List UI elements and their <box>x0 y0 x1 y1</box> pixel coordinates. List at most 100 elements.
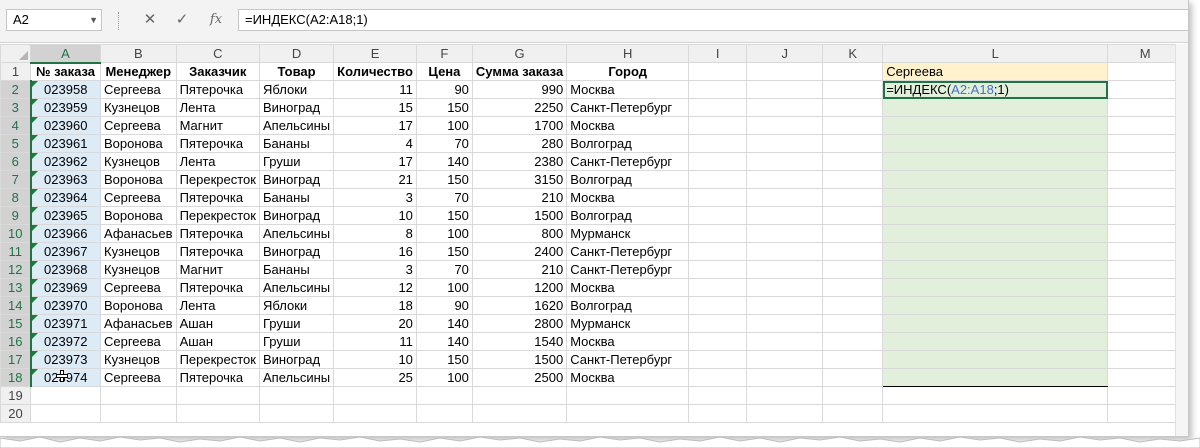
empty-cell[interactable] <box>688 278 748 297</box>
result-cell[interactable] <box>882 224 1109 243</box>
empty-cell[interactable] <box>1107 260 1184 279</box>
data-cell[interactable]: 3 <box>333 260 417 279</box>
data-cell[interactable]: Воронова <box>100 206 177 225</box>
empty-cell[interactable] <box>746 260 824 279</box>
empty-cell[interactable] <box>822 134 884 153</box>
data-cell[interactable]: 70 <box>415 260 473 279</box>
empty-cell[interactable] <box>688 350 748 369</box>
data-cell[interactable]: 18 <box>333 296 417 315</box>
order-id-cell[interactable]: 023969 <box>30 278 101 297</box>
data-cell[interactable]: 100 <box>415 116 473 135</box>
result-cell[interactable] <box>882 116 1109 135</box>
result-cell[interactable] <box>882 296 1109 315</box>
empty-cell[interactable] <box>1107 386 1184 405</box>
empty-cell[interactable] <box>822 224 884 243</box>
data-cell[interactable]: Перекресток <box>175 170 260 189</box>
empty-cell[interactable] <box>688 98 748 117</box>
data-cell[interactable]: Сергеева <box>100 188 177 207</box>
empty-cell[interactable] <box>822 260 884 279</box>
empty-cell[interactable] <box>746 332 824 351</box>
empty-cell[interactable] <box>258 386 335 405</box>
empty-cell[interactable] <box>822 296 884 315</box>
column-header-b[interactable]: B <box>100 44 177 63</box>
column-header-f[interactable]: F <box>415 44 473 63</box>
data-cell[interactable]: Ашан <box>175 314 260 333</box>
empty-cell[interactable] <box>1107 350 1184 369</box>
row-header[interactable]: 8 <box>0 188 32 207</box>
data-cell[interactable]: Волгоград <box>566 206 690 225</box>
empty-cell[interactable] <box>471 404 568 423</box>
data-cell[interactable]: Волгоград <box>566 170 690 189</box>
order-id-cell[interactable]: 023963 <box>30 170 101 189</box>
empty-cell[interactable] <box>746 188 824 207</box>
row-header[interactable]: 1 <box>0 62 31 81</box>
header-cell[interactable]: Город <box>566 62 690 81</box>
empty-cell[interactable] <box>822 98 884 117</box>
order-id-cell[interactable]: 023971 <box>30 314 101 333</box>
data-cell[interactable]: 210 <box>471 260 568 279</box>
data-cell[interactable]: 2250 <box>471 98 568 117</box>
order-id-cell[interactable]: 023964 <box>30 188 101 207</box>
data-cell[interactable]: 90 <box>415 80 473 99</box>
data-cell[interactable]: 2500 <box>471 368 568 387</box>
header-cell[interactable]: № заказа <box>30 62 101 81</box>
empty-cell[interactable] <box>333 404 417 423</box>
order-id-cell[interactable]: 023972 <box>30 332 101 351</box>
empty-cell[interactable] <box>688 188 748 207</box>
empty-cell[interactable] <box>688 116 748 135</box>
data-cell[interactable]: Яблоки <box>258 296 335 315</box>
enter-icon[interactable]: ✓ <box>170 9 194 31</box>
data-cell[interactable]: Волгоград <box>566 296 690 315</box>
empty-cell[interactable] <box>30 386 101 405</box>
data-cell[interactable]: Сергеева <box>100 332 177 351</box>
data-cell[interactable]: 17 <box>333 152 417 171</box>
order-id-cell[interactable]: 023965 <box>30 206 101 225</box>
empty-cell[interactable] <box>746 314 824 333</box>
empty-cell[interactable] <box>688 368 748 387</box>
data-cell[interactable]: Волгоград <box>566 134 690 153</box>
data-cell[interactable]: 21 <box>333 170 417 189</box>
result-header-cell[interactable]: Сергеева <box>882 62 1109 81</box>
row-header[interactable]: 5 <box>0 134 32 153</box>
header-cell[interactable]: Товар <box>258 62 335 81</box>
data-cell[interactable]: Груши <box>258 332 335 351</box>
empty-cell[interactable] <box>746 224 824 243</box>
empty-cell[interactable] <box>688 404 748 423</box>
data-cell[interactable]: 25 <box>333 368 417 387</box>
empty-cell[interactable] <box>746 116 824 135</box>
data-cell[interactable]: 1200 <box>471 278 568 297</box>
column-header-a[interactable]: A <box>30 44 101 64</box>
vertical-scrollbar[interactable] <box>1175 44 1188 436</box>
empty-cell[interactable] <box>1107 332 1184 351</box>
row-header[interactable]: 12 <box>0 260 32 279</box>
row-header[interactable]: 9 <box>0 206 32 225</box>
data-cell[interactable]: Мурманск <box>566 314 690 333</box>
order-id-cell[interactable]: 023962 <box>30 152 101 171</box>
data-cell[interactable]: Воронова <box>100 170 177 189</box>
data-cell[interactable]: 2800 <box>471 314 568 333</box>
data-cell[interactable]: Москва <box>566 80 690 99</box>
data-cell[interactable]: Виноград <box>258 242 335 261</box>
order-id-cell[interactable]: 023960 <box>30 116 101 135</box>
result-cell[interactable] <box>882 188 1109 207</box>
data-cell[interactable]: Пятерочка <box>175 188 260 207</box>
result-cell[interactable] <box>882 206 1109 225</box>
data-cell[interactable]: Лента <box>175 152 260 171</box>
data-cell[interactable]: 17 <box>333 116 417 135</box>
formula-cell[interactable]: =ИНДЕКС(A2:A18;1) <box>882 80 1109 99</box>
order-id-cell[interactable]: 023970 <box>30 296 101 315</box>
empty-cell[interactable] <box>746 98 824 117</box>
data-cell[interactable]: Москва <box>566 116 690 135</box>
data-cell[interactable]: Пятерочка <box>175 224 260 243</box>
empty-cell[interactable] <box>688 134 748 153</box>
data-cell[interactable]: 1700 <box>471 116 568 135</box>
data-cell[interactable]: Лента <box>175 98 260 117</box>
empty-cell[interactable] <box>746 134 824 153</box>
empty-cell[interactable] <box>1107 152 1184 171</box>
row-header[interactable]: 10 <box>0 224 32 243</box>
data-cell[interactable]: 11 <box>333 332 417 351</box>
data-cell[interactable]: Груши <box>258 314 335 333</box>
empty-cell[interactable] <box>822 278 884 297</box>
data-cell[interactable]: Пятерочка <box>175 368 260 387</box>
data-cell[interactable]: 3150 <box>471 170 568 189</box>
